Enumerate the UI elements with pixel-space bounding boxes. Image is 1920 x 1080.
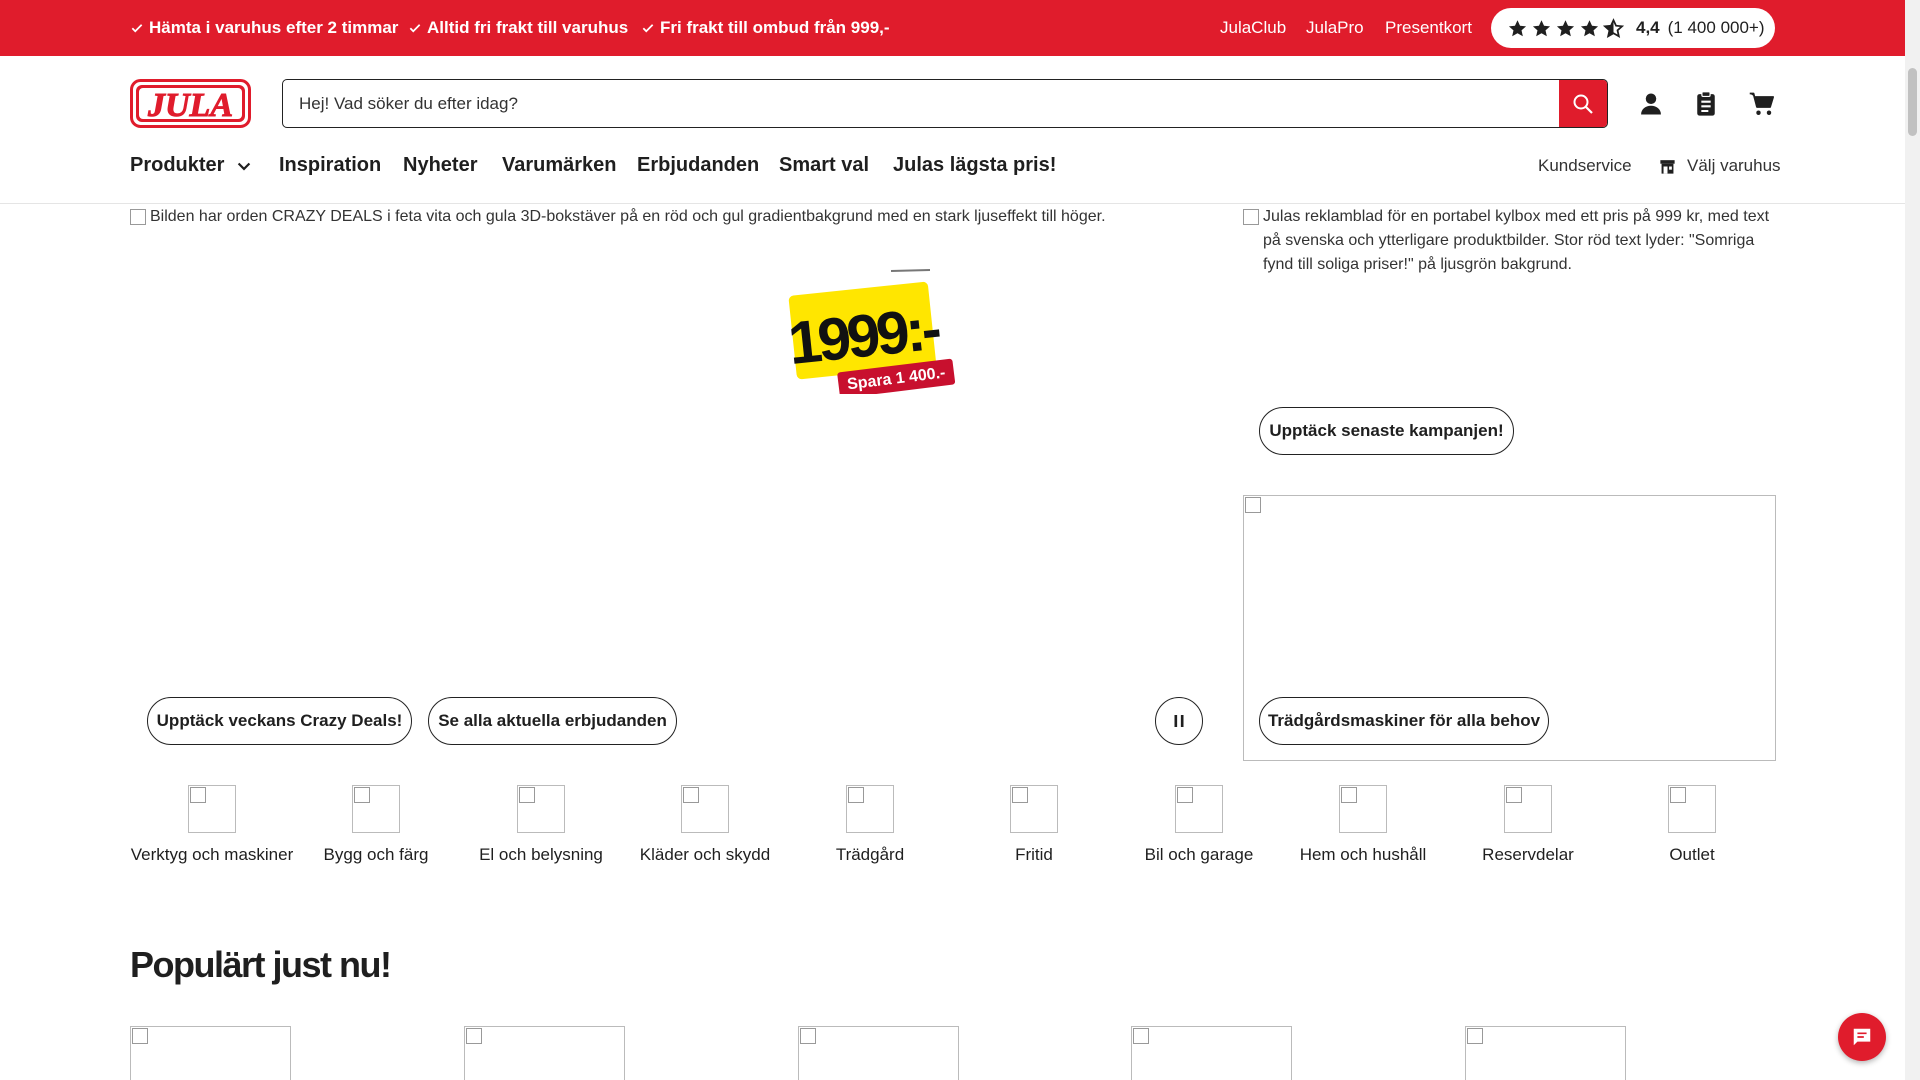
check-icon — [642, 24, 654, 33]
logo-text: JULA — [147, 87, 233, 124]
usp-text: Fri frakt till ombud från 999,- — [660, 18, 890, 37]
category-label: Fritid — [1015, 845, 1053, 864]
product-card-image[interactable] — [130, 1026, 291, 1080]
broken-image-icon — [1245, 497, 1261, 513]
star-half-icon — [1603, 17, 1624, 38]
category-image — [681, 785, 729, 833]
side-campaign-image[interactable]: Julas reklamblad för en portabel kylbox … — [1243, 205, 1783, 277]
clipboard-list-icon[interactable] — [1692, 90, 1720, 118]
category-label: Bygg och färg — [323, 845, 429, 864]
category-item[interactable]: Bygg och färg — [294, 785, 458, 865]
chevron-down-icon — [238, 162, 251, 170]
star-icon — [1508, 19, 1527, 36]
category-item[interactable]: Bil och garage — [1117, 785, 1281, 865]
category-label: Reservdelar — [1482, 845, 1574, 864]
category-item[interactable]: Outlet — [1610, 785, 1774, 865]
category-label: Verktyg och maskiner — [130, 845, 294, 864]
user-icon[interactable] — [1637, 90, 1665, 118]
category-image — [188, 785, 236, 833]
usp-item: Fri frakt till ombud från 999,- — [641, 18, 890, 38]
hero-main-alt: Bilden har orden CRAZY DEALS i feta vita… — [150, 208, 1106, 225]
category-label: Outlet — [1669, 845, 1715, 864]
nav-produkter[interactable]: Produkter — [130, 154, 254, 177]
category-item[interactable]: Trädgård — [788, 785, 952, 865]
star-icon — [1556, 19, 1575, 36]
popular-heading: Populärt just nu! — [130, 944, 392, 985]
nav-nyheter[interactable]: Nyheter — [403, 154, 477, 177]
category-label: Trädgård — [835, 845, 905, 864]
check-icon — [131, 24, 143, 33]
scrollbar-thumb[interactable] — [1908, 68, 1917, 136]
category-item[interactable]: Fritid — [952, 785, 1116, 865]
category-image — [846, 785, 894, 833]
category-image — [1175, 785, 1223, 833]
latest-campaign-button[interactable]: Upptäck senaste kampanjen! — [1259, 407, 1514, 455]
usp-item: Hämta i varuhus efter 2 timmar — [130, 18, 398, 38]
category-image — [1010, 785, 1058, 833]
store-icon — [1660, 159, 1675, 174]
category-item[interactable]: Kläder och skydd — [623, 785, 787, 865]
nav-inspiration[interactable]: Inspiration — [279, 154, 381, 177]
search-icon — [1573, 94, 1593, 114]
kundservice-link[interactable]: Kundservice — [1538, 156, 1632, 176]
star-icon — [1580, 19, 1599, 36]
carousel-pause-button[interactable] — [1155, 697, 1203, 745]
product-card-image[interactable] — [798, 1026, 959, 1080]
valj-varuhus-label: Välj varuhus — [1687, 156, 1781, 175]
check-icon — [409, 24, 421, 33]
broken-image-icon — [130, 209, 146, 225]
category-item[interactable]: Reservdelar — [1446, 785, 1610, 865]
jula-logo[interactable]: JULA — [130, 79, 251, 128]
pause-icon — [1174, 715, 1184, 727]
product-card-image[interactable] — [1131, 1026, 1292, 1080]
rating-badge[interactable]: 4,4 (1 400 000+) — [1491, 8, 1775, 48]
nav-label: Produkter — [130, 154, 225, 176]
page-scrollbar[interactable] — [1905, 0, 1920, 1080]
cart-icon[interactable] — [1748, 90, 1776, 118]
nav-erbjudanden[interactable]: Erbjudanden — [637, 154, 759, 177]
price-splash: 1999:- Spara 1 400.- — [785, 269, 956, 394]
julapro-link[interactable]: JulaPro — [1306, 18, 1364, 38]
side-campaign-alt: Julas reklamblad för en portabel kylbox … — [1263, 208, 1770, 273]
category-image — [1339, 785, 1387, 833]
julaclub-link[interactable]: JulaClub — [1220, 18, 1286, 38]
valj-varuhus-link[interactable]: Välj varuhus — [1658, 156, 1781, 176]
presentkort-link[interactable]: Presentkort — [1385, 18, 1472, 38]
top-promo-bar: Hämta i varuhus efter 2 timmar Alltid fr… — [0, 0, 1905, 56]
category-item[interactable]: Hem och hushåll — [1281, 785, 1445, 865]
nav-lagsta-pris[interactable]: Julas lägsta pris! — [893, 154, 1056, 177]
category-label: Hem och hushåll — [1299, 845, 1427, 864]
nav-smart-val[interactable]: Smart val — [779, 154, 869, 177]
product-card-image[interactable] — [1465, 1026, 1626, 1080]
category-label: El och belysning — [479, 845, 603, 864]
chat-button[interactable] — [1838, 1013, 1886, 1061]
category-image — [352, 785, 400, 833]
category-label: Bil och garage — [1144, 845, 1254, 864]
garden-machines-button[interactable]: Trädgårdsmaskiner för alla behov — [1259, 697, 1549, 745]
rating-stars — [1507, 17, 1624, 39]
usp-text: Alltid fri frakt till varuhus — [427, 18, 629, 37]
search-input[interactable] — [283, 80, 1559, 127]
category-image — [1668, 785, 1716, 833]
category-image — [517, 785, 565, 833]
chat-icon — [1853, 1028, 1871, 1046]
rating-count: (1 400 000+) — [1667, 18, 1765, 37]
star-icon — [1532, 19, 1551, 36]
all-offers-button[interactable]: Se alla aktuella erbjudanden — [428, 697, 677, 745]
usp-item: Alltid fri frakt till varuhus — [408, 18, 628, 38]
header-divider — [0, 203, 1905, 204]
category-image — [1504, 785, 1552, 833]
hero-main-image[interactable]: Bilden har orden CRAZY DEALS i feta vita… — [130, 205, 1130, 229]
category-item[interactable]: Verktyg och maskiner — [130, 785, 294, 865]
rating-score: 4,4 — [1636, 18, 1660, 37]
category-item[interactable]: El och belysning — [459, 785, 623, 865]
category-label: Kläder och skydd — [639, 845, 771, 864]
usp-text: Hämta i varuhus efter 2 timmar — [149, 18, 399, 37]
broken-image-icon — [1243, 209, 1259, 225]
crazy-deals-button[interactable]: Upptäck veckans Crazy Deals! — [147, 697, 412, 745]
search-button[interactable] — [1559, 80, 1607, 127]
search-bar[interactable] — [282, 79, 1608, 128]
nav-varumarken[interactable]: Varumärken — [502, 154, 617, 177]
product-card-image[interactable] — [464, 1026, 625, 1080]
